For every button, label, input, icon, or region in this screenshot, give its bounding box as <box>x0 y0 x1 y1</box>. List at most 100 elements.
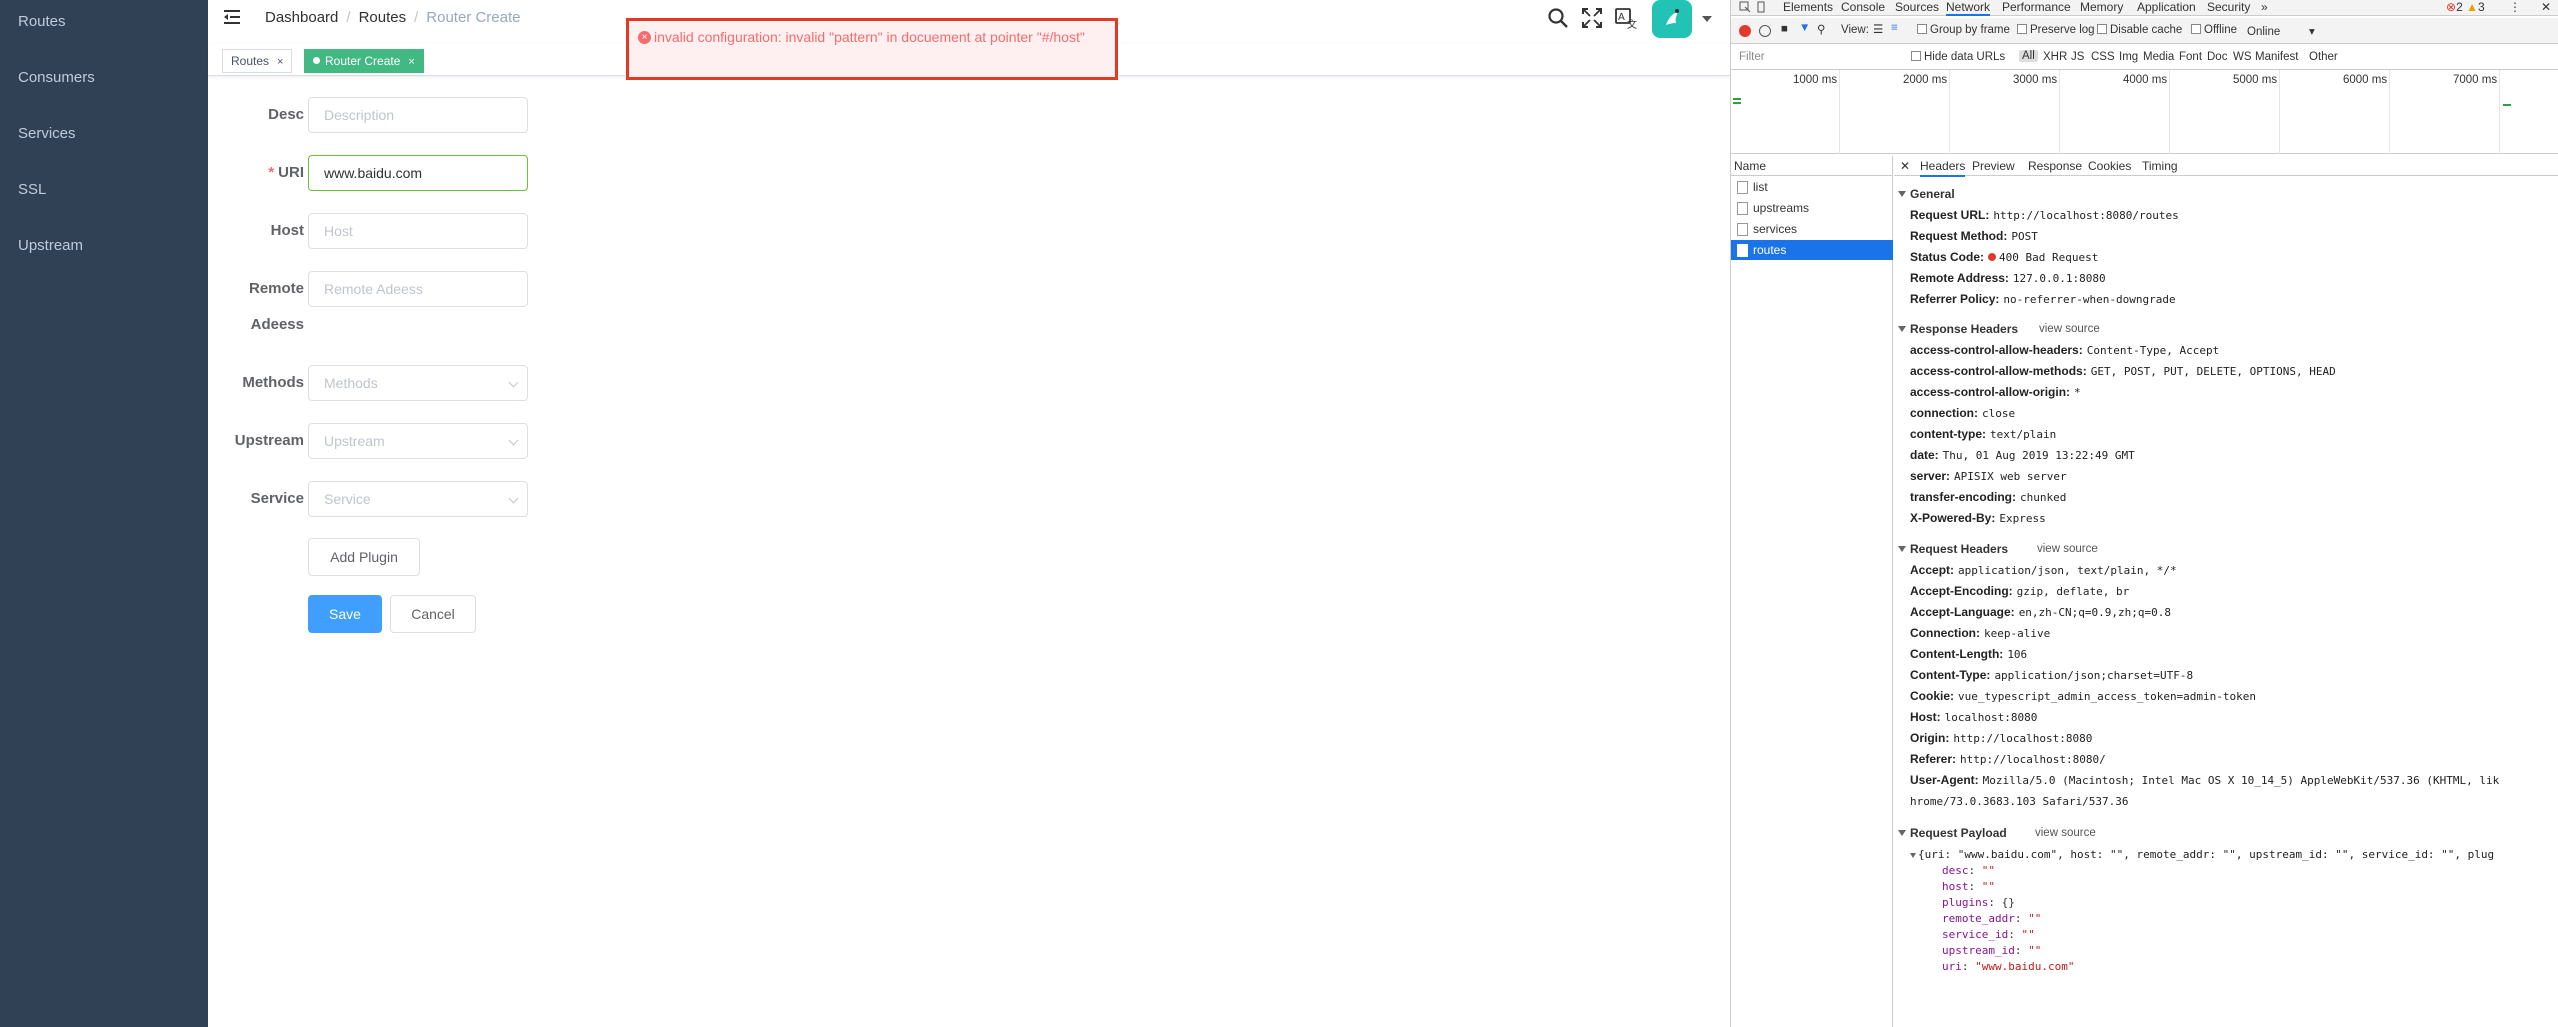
tag-routes[interactable]: Routes × <box>222 49 293 73</box>
inspect-icon[interactable] <box>1739 1 1751 13</box>
breadcrumb-dashboard[interactable]: Dashboard <box>265 9 338 26</box>
record-icon[interactable] <box>1739 25 1751 37</box>
tab-elements[interactable]: Elements <box>1783 0 1833 14</box>
save-button[interactable]: Save <box>308 595 382 633</box>
service-select[interactable]: Service <box>308 481 528 517</box>
request-row-services[interactable]: services <box>1731 219 1893 239</box>
desc-input[interactable]: Description <box>308 97 528 133</box>
tab-timing[interactable]: Timing <box>2142 159 2178 173</box>
payload-summary[interactable]: {uri: "www.baidu.com", host: "", remote_… <box>1910 847 2558 861</box>
host-input[interactable]: Host <box>308 213 528 249</box>
service-label: Service <box>250 490 304 507</box>
upstream-select[interactable]: Upstream <box>308 423 528 459</box>
timeline-label: 3000 ms <box>2013 74 2058 86</box>
filter-img[interactable]: Img <box>2119 51 2138 63</box>
filter-ws[interactable]: WS <box>2233 51 2252 63</box>
view-source-link[interactable]: view source <box>2039 323 2100 335</box>
offline-checkbox[interactable]: Offline <box>2191 24 2237 36</box>
payload-field: upstream_id: "" <box>1942 944 2042 957</box>
throttling-select[interactable]: Online ▾ <box>2247 24 2315 38</box>
add-plugin-button[interactable]: Add Plugin <box>308 538 420 576</box>
request-row-list[interactable]: list <box>1731 177 1893 197</box>
tab-response[interactable]: Response <box>2028 159 2082 173</box>
filter-all[interactable]: All <box>2019 50 2038 62</box>
request-row-upstreams[interactable]: upstreams <box>1731 198 1893 218</box>
tab-performance[interactable]: Performance <box>2002 0 2071 14</box>
breadcrumb: Dashboard / Routes / Router Create <box>265 9 521 26</box>
clear-icon[interactable] <box>1759 25 1771 37</box>
close-icon[interactable]: ✕ <box>1900 159 1910 173</box>
tab-console[interactable]: Console <box>1841 0 1885 14</box>
tab-security[interactable]: Security <box>2207 0 2250 14</box>
request-payload-title[interactable]: Request Payload <box>1898 826 2007 840</box>
chevron-down-icon <box>508 493 519 504</box>
disable-cache-checkbox[interactable]: Disable cache <box>2097 24 2182 36</box>
tab-network[interactable]: Network <box>1946 0 1991 16</box>
tab-memory[interactable]: Memory <box>2080 0 2123 14</box>
avatar[interactable] <box>1652 0 1692 38</box>
waterfall-icon[interactable]: ≡ <box>1891 22 1898 34</box>
sidebar-item-routes[interactable]: Routes <box>18 13 66 30</box>
filter-font[interactable]: Font <box>2179 51 2202 63</box>
sidebar-item-ssl[interactable]: SSL <box>18 181 46 198</box>
filter-media[interactable]: Media <box>2143 51 2174 63</box>
filter-js[interactable]: JS <box>2071 51 2084 63</box>
device-toggle-icon[interactable] <box>1755 1 1767 13</box>
name-column-header[interactable]: Name <box>1731 156 1893 176</box>
response-header-row: connection: close <box>1910 406 2016 420</box>
tab-cookies[interactable]: Cookies <box>2088 159 2131 173</box>
error-message: invalid configuration: invalid "pattern"… <box>654 29 1085 45</box>
list-view-icon[interactable]: ☰ <box>1873 22 1883 36</box>
tab-preview[interactable]: Preview <box>1972 159 2015 173</box>
payload-field: service_id: "" <box>1942 928 2035 941</box>
fullscreen-icon[interactable] <box>1580 6 1604 30</box>
menu-icon[interactable]: ⋮ <box>2509 0 2521 14</box>
timeline-label: 2000 ms <box>1903 74 1948 86</box>
response-headers-title[interactable]: Response Headers <box>1898 322 2018 336</box>
filter-css[interactable]: CSS <box>2091 51 2115 63</box>
filter-doc[interactable]: Doc <box>2207 51 2227 63</box>
remote-address-input[interactable]: Remote Adeess <box>308 271 528 307</box>
sidebar-item-services[interactable]: Services <box>18 125 76 142</box>
tag-router-create[interactable]: Router Create × <box>304 49 424 73</box>
request-header-row: Content-Type: application/json;charset=UT… <box>1910 668 2194 682</box>
methods-select[interactable]: Methods <box>308 365 528 401</box>
timeline-bar <box>2503 104 2511 106</box>
language-icon[interactable]: A文 <box>1614 6 1638 30</box>
tab-headers[interactable]: Headers <box>1920 159 1966 177</box>
filter-manifest[interactable]: Manifest <box>2255 51 2298 63</box>
tab-sources[interactable]: Sources <box>1895 0 1939 14</box>
camera-icon[interactable]: ■ <box>1781 23 1788 35</box>
error-count[interactable]: ⊗2 ▲3 <box>2446 0 2485 14</box>
view-source-link[interactable]: view source <box>2035 827 2096 839</box>
warning-icon: ▲ <box>2466 0 2478 14</box>
general-row: Referrer Policy: no-referrer-when-downgra… <box>1910 292 2176 306</box>
general-section-title[interactable]: General <box>1898 187 1955 201</box>
breadcrumb-current: Router Create <box>426 9 521 26</box>
more-tabs-icon[interactable]: » <box>2261 0 2268 14</box>
preserve-log-checkbox[interactable]: Preserve log <box>2017 24 2095 36</box>
uri-input[interactable]: www.baidu.com <box>308 155 528 191</box>
request-headers-title[interactable]: Request Headers <box>1898 542 2008 556</box>
hide-data-urls-checkbox[interactable]: Hide data URLs <box>1911 51 2005 63</box>
view-source-link[interactable]: view source <box>2037 543 2098 555</box>
close-icon[interactable]: ✕ <box>2541 0 2551 14</box>
request-row-routes[interactable]: routes <box>1731 240 1893 260</box>
sidebar-item-upstream[interactable]: Upstream <box>18 237 83 254</box>
cancel-button[interactable]: Cancel <box>390 595 476 633</box>
filter-other[interactable]: Other <box>2309 51 2338 63</box>
request-header-row: Origin: http://localhost:8080 <box>1910 731 2093 745</box>
filter-xhr[interactable]: XHR <box>2043 51 2067 63</box>
general-row: Request URL: http://localhost:8080/routes <box>1910 208 2179 222</box>
filter-icon[interactable]: ▼ <box>1799 22 1810 34</box>
group-by-frame-checkbox[interactable]: Group by frame <box>1917 24 2010 36</box>
sidebar-item-consumers[interactable]: Consumers <box>18 69 95 86</box>
search-icon[interactable]: ⚲ <box>1817 22 1825 36</box>
filter-input[interactable]: Filter <box>1739 51 1765 63</box>
hamburger-icon[interactable] <box>224 9 242 27</box>
request-header-row: Connection: keep-alive <box>1910 626 2051 640</box>
tab-application[interactable]: Application <box>2137 0 2196 14</box>
chevron-down-icon[interactable] <box>1702 16 1712 22</box>
search-icon[interactable] <box>1546 6 1570 30</box>
breadcrumb-routes[interactable]: Routes <box>359 9 407 26</box>
